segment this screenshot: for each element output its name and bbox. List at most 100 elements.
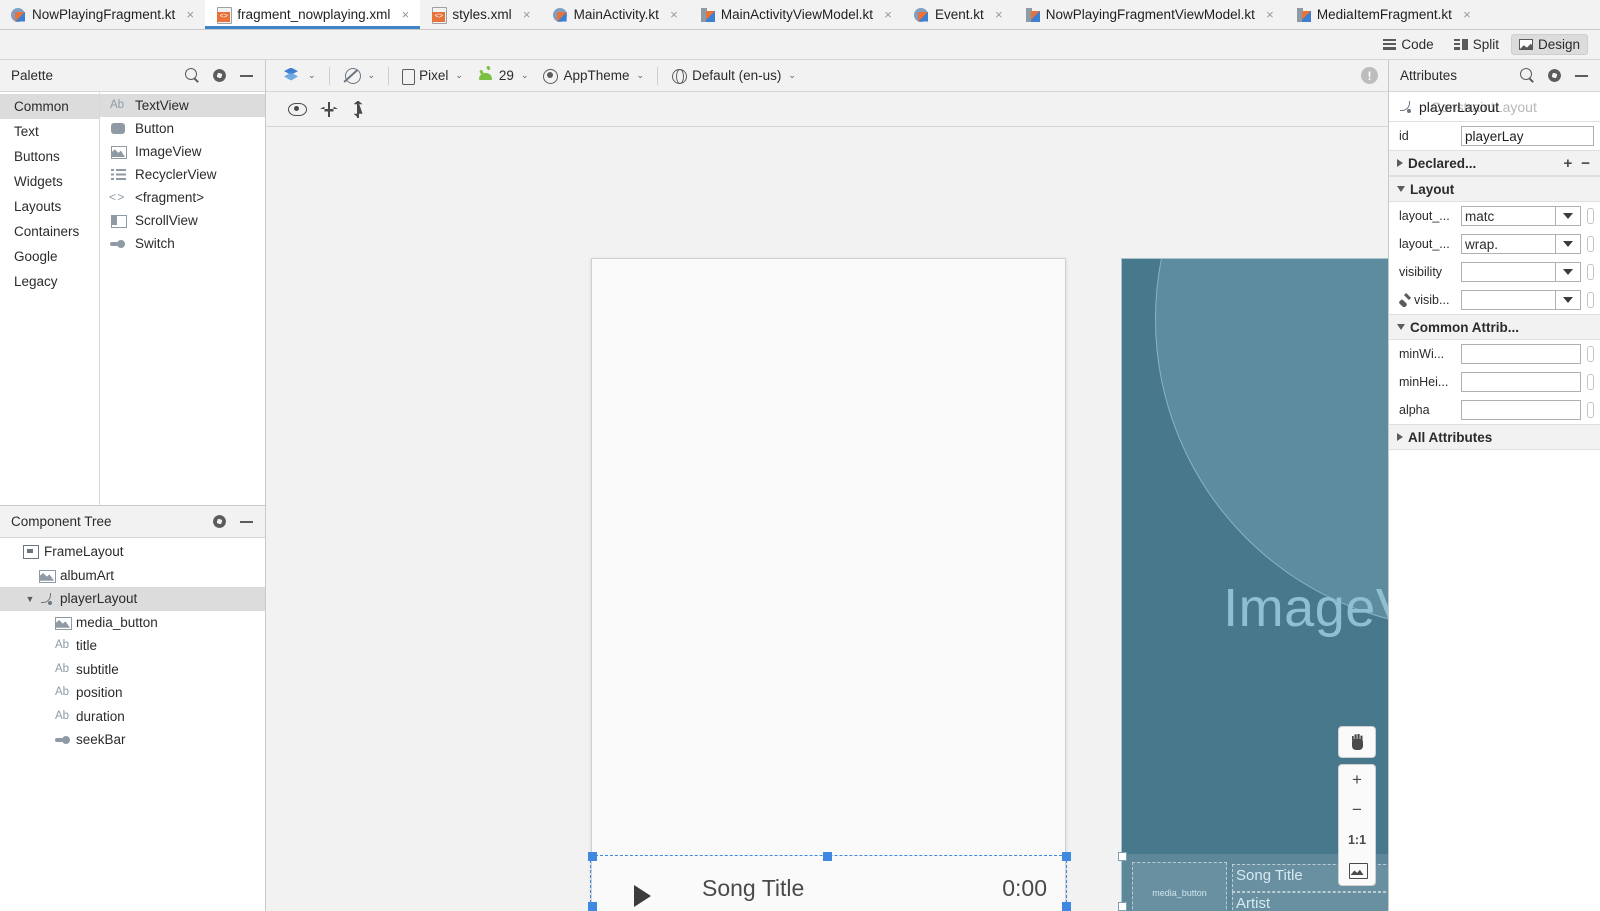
search-icon[interactable]	[184, 67, 201, 84]
chevron-down-icon[interactable]	[1555, 234, 1581, 254]
close-icon[interactable]: ×	[521, 7, 533, 22]
locale-selector[interactable]: Default (en-us) ⌄	[664, 66, 803, 86]
editor-tab[interactable]: MainActivity.kt×	[542, 0, 689, 29]
selection-handle-mid-left[interactable]	[588, 902, 597, 911]
attribute-pill-indicator[interactable]	[1587, 264, 1594, 280]
zoom-to-fit-button[interactable]	[1339, 855, 1375, 885]
all-attributes-header[interactable]: All Attributes	[1389, 424, 1600, 450]
gear-icon[interactable]	[211, 513, 228, 530]
attribute-combo[interactable]: wrap.	[1461, 234, 1581, 254]
editor-mode-design-button[interactable]: Design	[1511, 34, 1588, 55]
editor-mode-code-button[interactable]: Code	[1375, 34, 1441, 55]
attribute-text-field[interactable]	[1461, 344, 1581, 364]
palette-item[interactable]: TextView	[100, 94, 265, 117]
attribute-value[interactable]: wrap.	[1461, 234, 1555, 254]
attribute-input[interactable]	[1462, 401, 1580, 419]
close-icon[interactable]: ×	[1461, 7, 1473, 22]
blueprint-handle-top-left[interactable]	[1118, 852, 1127, 861]
attribute-pill-indicator[interactable]	[1587, 374, 1594, 390]
attribute-pill-indicator[interactable]	[1587, 402, 1594, 418]
chevron-down-icon[interactable]	[1555, 262, 1581, 282]
palette-item[interactable]: ScrollView	[100, 209, 265, 232]
selection-handle-mid-right[interactable]	[1062, 902, 1071, 911]
component-tree-node[interactable]: position	[0, 681, 265, 705]
palette-group-text[interactable]: Text	[0, 119, 99, 144]
zoom-out-button[interactable]: −	[1339, 795, 1375, 825]
palette-item[interactable]: Button	[100, 117, 265, 140]
component-tree-node[interactable]: FrameLayout	[0, 540, 265, 564]
pan-hand-button[interactable]	[1339, 727, 1375, 757]
vertical-bias-icon[interactable]	[352, 101, 364, 118]
attribute-pill-indicator[interactable]	[1587, 346, 1594, 362]
zoom-in-button[interactable]: +	[1339, 765, 1375, 795]
editor-mode-split-button[interactable]: Split	[1446, 34, 1507, 55]
close-icon[interactable]: ×	[882, 7, 894, 22]
palette-item[interactable]: RecyclerView	[100, 163, 265, 186]
attribute-pill-indicator[interactable]	[1587, 236, 1594, 252]
close-icon[interactable]: ×	[668, 7, 680, 22]
palette-item[interactable]: Switch	[100, 232, 265, 255]
api-level-selector[interactable]: 29 ⌄	[470, 66, 536, 85]
design-surface-mode-button[interactable]: ⌄	[276, 66, 323, 86]
attribute-section-header[interactable]: Common Attrib...	[1389, 314, 1600, 340]
attribute-combo[interactable]	[1461, 290, 1581, 310]
palette-group-layouts[interactable]: Layouts	[0, 194, 99, 219]
attribute-value[interactable]	[1461, 290, 1555, 310]
selection-handle-top-right[interactable]	[1062, 852, 1071, 861]
minimize-icon[interactable]	[238, 513, 255, 530]
close-icon[interactable]: ×	[1264, 7, 1276, 22]
editor-tab[interactable]: MediaItemFragment.kt×	[1285, 0, 1482, 29]
palette-group-containers[interactable]: Containers	[0, 219, 99, 244]
zoom-actual-size-button[interactable]: 1:1	[1339, 825, 1375, 855]
media-button-blueprint[interactable]: media_button	[1132, 862, 1227, 911]
component-tree-node[interactable]: seekBar	[0, 728, 265, 752]
horizontal-bias-icon[interactable]	[320, 102, 338, 117]
add-attribute-button[interactable]: +	[1561, 155, 1574, 172]
attribute-input[interactable]	[1462, 373, 1580, 391]
editor-tab[interactable]: Event.kt×	[903, 0, 1014, 29]
palette-item[interactable]: <fragment>	[100, 186, 265, 209]
palette-group-legacy[interactable]: Legacy	[0, 269, 99, 294]
close-icon[interactable]: ×	[993, 7, 1005, 22]
attribute-value[interactable]	[1461, 262, 1555, 282]
selection-handle-top-center[interactable]	[823, 852, 832, 861]
subtitle-blueprint[interactable]: Artist	[1232, 892, 1388, 911]
minimize-icon[interactable]	[1573, 67, 1590, 84]
warnings-badge[interactable]: !	[1361, 67, 1378, 84]
palette-group-widgets[interactable]: Widgets	[0, 169, 99, 194]
component-tree-node[interactable]: ▼playerLayout	[0, 587, 265, 611]
gear-icon[interactable]	[1546, 67, 1563, 84]
attribute-text-field[interactable]	[1461, 400, 1581, 420]
device-selector[interactable]: Pixel ⌄	[395, 66, 470, 86]
declared-attributes-header[interactable]: Declared... + −	[1389, 150, 1600, 176]
search-icon[interactable]	[1519, 67, 1536, 84]
palette-group-buttons[interactable]: Buttons	[0, 144, 99, 169]
attribute-section-header[interactable]: Layout	[1389, 176, 1600, 202]
component-tree-node[interactable]: albumArt	[0, 564, 265, 588]
expander-icon[interactable]: ▼	[22, 594, 38, 604]
attribute-combo[interactable]: matc	[1461, 206, 1581, 226]
attribute-text-field[interactable]	[1461, 372, 1581, 392]
palette-group-common[interactable]: Common	[0, 94, 99, 119]
minimize-icon[interactable]	[238, 67, 255, 84]
component-tree-node[interactable]: subtitle	[0, 658, 265, 682]
design-surface[interactable]: Song Title Artist 0:00 0:00	[266, 127, 1388, 911]
play-icon[interactable]	[634, 885, 651, 907]
close-icon[interactable]: ×	[399, 7, 411, 22]
id-input[interactable]	[1462, 127, 1593, 145]
palette-group-google[interactable]: Google	[0, 244, 99, 269]
palette-item[interactable]: ImageView	[100, 140, 265, 163]
chevron-down-icon[interactable]	[1555, 290, 1581, 310]
show-constraints-icon[interactable]	[288, 102, 306, 116]
rendered-preview-device[interactable]: Song Title Artist 0:00 0:00	[591, 258, 1066, 911]
component-tree-node[interactable]: title	[0, 634, 265, 658]
component-tree-node[interactable]: duration	[0, 705, 265, 729]
selection-handle-top-left[interactable]	[588, 852, 597, 861]
close-icon[interactable]: ×	[184, 7, 196, 22]
attribute-pill-indicator[interactable]	[1587, 208, 1594, 224]
remove-attribute-button[interactable]: −	[1579, 155, 1592, 172]
theme-selector[interactable]: AppTheme ⌄	[535, 66, 651, 86]
editor-tab[interactable]: MainActivityViewModel.kt×	[689, 0, 903, 29]
blueprint-handle-mid-left[interactable]	[1118, 902, 1127, 911]
editor-tab[interactable]: NowPlayingFragment.kt×	[0, 0, 205, 29]
